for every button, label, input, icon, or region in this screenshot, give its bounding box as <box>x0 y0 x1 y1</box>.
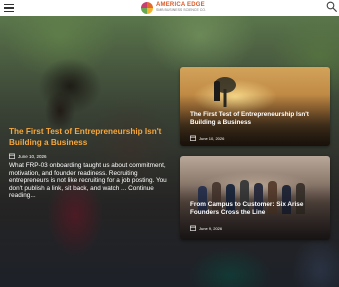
lead-story-title[interactable]: The First Test of Entrepreneurship Isn't… <box>9 126 169 148</box>
logo-tagline: SMB BUSINESS SCIENCE CO. <box>156 8 206 13</box>
story-card[interactable]: The First Test of Entrepreneurship Isn't… <box>180 67 330 146</box>
lead-story-meta: June 10, 2026 <box>9 153 169 159</box>
calendar-icon <box>190 135 196 141</box>
story-card-date: June 9, 2026 <box>199 225 223 231</box>
story-card-meta: June 10, 2026 <box>190 135 224 141</box>
story-card-title[interactable]: From Campus to Customer: Six Arise Found… <box>190 201 320 217</box>
lead-story-excerpt: What FRP-03 onboarding taught us about c… <box>9 162 169 200</box>
logo-mark-icon <box>141 1 153 14</box>
search-icon[interactable] <box>326 1 337 12</box>
story-card-date: June 10, 2026 <box>199 135 225 141</box>
story-card-meta: June 9, 2026 <box>190 225 222 231</box>
lead-story-date: June 10, 2026 <box>18 153 47 159</box>
hero-section: The First Test of Entrepreneurship Isn't… <box>0 16 339 287</box>
hamburger-menu-icon[interactable] <box>4 4 14 12</box>
calendar-icon <box>190 225 196 231</box>
site-logo[interactable]: AMERICA EDGE SMB BUSINESS SCIENCE CO. <box>141 1 206 14</box>
calendar-icon <box>9 153 15 159</box>
lead-story[interactable]: The First Test of Entrepreneurship Isn't… <box>9 126 169 200</box>
site-header: AMERICA EDGE SMB BUSINESS SCIENCE CO. <box>0 0 339 16</box>
story-card-title[interactable]: The First Test of Entrepreneurship Isn't… <box>190 111 320 127</box>
story-card[interactable]: From Campus to Customer: Six Arise Found… <box>180 156 330 240</box>
